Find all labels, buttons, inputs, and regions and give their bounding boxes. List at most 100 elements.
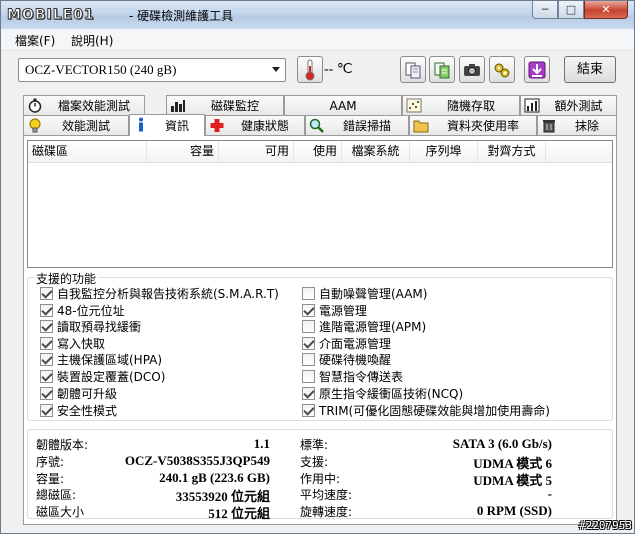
close-button[interactable]: ✕ (584, 1, 628, 19)
tab-random-access[interactable]: 隨機存取 (402, 95, 520, 115)
chevron-down-icon (272, 67, 280, 72)
column-used[interactable]: 使用 (294, 141, 342, 163)
feature-label: 自動噪聲管理(AAM) (319, 286, 428, 301)
tab-erase[interactable]: 抹除 (537, 115, 617, 135)
feature-apm[interactable]: 進階電源管理(APM) (302, 318, 426, 334)
exit-button[interactable]: 結束 (564, 56, 616, 83)
checkbox[interactable] (40, 303, 53, 317)
partition-table[interactable]: 磁碟區 容量 可用 使用 檔案系統 序列埠 對齊方式 (27, 140, 613, 268)
tab-benchmark[interactable]: 效能測試 (23, 115, 129, 135)
feature-interface-power[interactable]: 介面電源管理 (302, 335, 391, 351)
column-port[interactable]: 序列埠 (410, 141, 478, 163)
menu-file[interactable]: 檔案(F) (15, 32, 55, 49)
feature-ncq[interactable]: 原生指令緩衝區技術(NCQ) (302, 385, 463, 401)
drive-select-value: OCZ-VECTOR150 (240 gB) (25, 62, 177, 77)
info-label: 平均速度: (300, 488, 353, 502)
tab-file-benchmark[interactable]: 檔案效能測試 (23, 95, 145, 115)
tab-label: 檔案效能測試 (57, 99, 130, 113)
tab-error-scan[interactable]: 錯誤掃描 (305, 115, 409, 135)
feature-label: 裝置設定覆蓋(DCO) (57, 369, 166, 384)
feature-label: 進階電源管理(APM) (319, 319, 427, 334)
info-firmware: 韌體版本: 1.1 (36, 436, 270, 452)
tab-label: 資料夾使用率 (446, 119, 519, 133)
download-button[interactable] (524, 56, 550, 83)
checkbox[interactable] (302, 336, 315, 350)
temperature-button[interactable] (297, 56, 323, 83)
checkbox[interactable] (302, 403, 315, 417)
feature-trim[interactable]: TRIM(可優化固態硬碟效能與增加使用壽命) (302, 402, 550, 418)
copy-button[interactable] (400, 56, 426, 83)
feature-standby-wake[interactable]: 硬碟待機喚醒 (302, 351, 391, 367)
info-serial: 序號: OCZ-V5038S355J3QP549 (36, 453, 270, 469)
save-report-button[interactable] (429, 56, 455, 83)
info-label: 總磁區: (36, 488, 77, 502)
checkbox[interactable] (40, 286, 53, 300)
drive-select[interactable]: OCZ-VECTOR150 (240 gB) (18, 58, 286, 82)
tabs-top-row: 檔案效能測試 磁碟監控 AAM 隨機存取 額外測試 (23, 95, 617, 115)
tab-disk-monitor[interactable]: 磁碟監控 (166, 95, 284, 115)
info-value: 512 位元組 (208, 506, 270, 521)
checkbox[interactable] (40, 403, 53, 417)
column-alignment[interactable]: 對齊方式 (478, 141, 546, 163)
checkbox[interactable] (302, 352, 315, 366)
info-label: 標準: (300, 438, 329, 452)
checkbox[interactable] (40, 319, 53, 333)
column-filesystem[interactable]: 檔案系統 (342, 141, 410, 163)
feature-label: 主機保護區域(HPA) (57, 352, 163, 367)
feature-dco[interactable]: 裝置設定覆蓋(DCO) (40, 368, 165, 384)
scatter-chart-icon (406, 98, 422, 113)
column-capacity[interactable]: 容量 (147, 141, 219, 163)
menu-help[interactable]: 說明(H) (71, 32, 113, 49)
app-window: MOBILE01 - 硬碟檢測維護工具 ─ □ ✕ 檔案(F) 說明(H) OC… (0, 0, 635, 534)
feature-write-cache[interactable]: 寫入快取 (40, 335, 105, 351)
checkbox[interactable] (40, 336, 53, 350)
feature-read-lookahead[interactable]: 讀取預尋找緩衝 (40, 318, 141, 334)
tab-info[interactable]: 資訊 (129, 114, 205, 136)
info-value: SATA 3 (6.0 Gb/s) (452, 436, 552, 451)
tab-label: 資訊 (164, 119, 189, 133)
logo-text: MOBILE01 (7, 7, 95, 24)
checkbox[interactable] (302, 319, 315, 333)
checkbox[interactable] (40, 386, 53, 400)
column-free[interactable]: 可用 (219, 141, 294, 163)
folder-icon (413, 120, 429, 133)
tab-extra-tests[interactable]: 額外測試 (520, 95, 617, 115)
checkbox[interactable] (302, 303, 315, 317)
feature-label: TRIM(可優化固態硬碟效能與增加使用壽命) (319, 403, 550, 418)
tab-label: 隨機存取 (446, 99, 495, 113)
info-label: 韌體版本: (36, 438, 89, 452)
feature-firmware-upgrade[interactable]: 韌體可升級 (40, 385, 117, 401)
info-value: - (547, 486, 552, 501)
tab-folder-usage[interactable]: 資料夾使用率 (409, 115, 537, 135)
checkbox[interactable] (40, 369, 53, 383)
checkbox[interactable] (302, 386, 315, 400)
info-supported-mode: 支援: UDMA 模式 6 (300, 453, 552, 471)
info-icon (139, 117, 143, 132)
title-bar[interactable]: MOBILE01 - 硬碟檢測維護工具 ─ □ ✕ (1, 1, 634, 29)
download-arrow-icon (528, 61, 546, 78)
feature-hpa[interactable]: 主機保護區域(HPA) (40, 351, 162, 367)
screenshot-button[interactable] (459, 56, 485, 83)
options-button[interactable] (489, 56, 515, 83)
column-volume[interactable]: 磁碟區 (28, 141, 147, 163)
feature-smart[interactable]: 自我監控分析與報告技術系統(S.M.A.R.T) (40, 285, 279, 301)
info-label: 支援: (300, 455, 329, 469)
tab-health[interactable]: 健康狀態 (205, 115, 305, 135)
temperature-readout: -- ℃ (324, 62, 353, 77)
feature-security-mode[interactable]: 安全性模式 (40, 402, 117, 418)
feature-label: 硬碟待機喚醒 (319, 352, 392, 367)
info-label: 容量: (36, 472, 65, 486)
checkbox[interactable] (302, 286, 315, 300)
checkbox[interactable] (40, 352, 53, 366)
checkbox[interactable] (302, 369, 315, 383)
tab-aam[interactable]: AAM (284, 95, 402, 115)
maximize-button[interactable]: □ (558, 1, 584, 19)
feature-sct[interactable]: 智慧指令傳送表 (302, 368, 403, 384)
feature-power-management[interactable]: 電源管理 (302, 302, 367, 318)
minimize-button[interactable]: ─ (532, 1, 558, 19)
feature-48bit-lba[interactable]: 48-位元位址 (40, 302, 125, 318)
info-label: 作用中: (300, 472, 341, 486)
trash-icon (543, 120, 555, 133)
feature-aam[interactable]: 自動噪聲管理(AAM) (302, 285, 427, 301)
info-label: 磁區大小 (36, 505, 85, 519)
